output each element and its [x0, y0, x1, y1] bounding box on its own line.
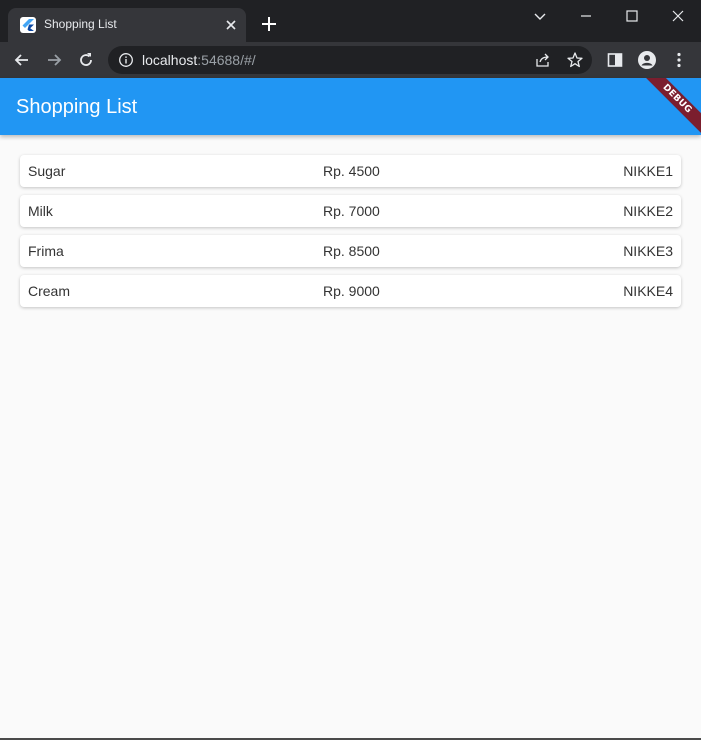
- list-item[interactable]: Sugar Rp. 4500 NIKKE1: [20, 155, 681, 187]
- forward-arrow-icon[interactable]: [44, 50, 64, 70]
- share-icon[interactable]: [534, 51, 552, 69]
- url-path: :54688/#/: [197, 52, 256, 68]
- profile-avatar-icon[interactable]: [637, 50, 657, 70]
- list-item[interactable]: Frima Rp. 8500 NIKKE3: [20, 235, 681, 267]
- browser-titlebar: Shopping List: [0, 0, 701, 42]
- more-menu-icon[interactable]: [669, 50, 689, 70]
- list-item[interactable]: Milk Rp. 7000 NIKKE2: [20, 195, 681, 227]
- maximize-icon[interactable]: [622, 6, 642, 26]
- item-price: Rp. 4500: [323, 163, 380, 179]
- star-icon[interactable]: [566, 51, 584, 69]
- list-item[interactable]: Cream Rp. 9000 NIKKE4: [20, 275, 681, 307]
- flutter-icon: [20, 17, 36, 33]
- item-name: Milk: [28, 203, 53, 219]
- info-icon[interactable]: [118, 52, 134, 68]
- back-arrow-icon[interactable]: [12, 50, 32, 70]
- tab-title: Shopping List: [44, 17, 117, 31]
- item-code: NIKKE2: [623, 203, 673, 219]
- item-name: Cream: [28, 283, 71, 299]
- item-price: Rp. 8500: [323, 243, 380, 259]
- window-close-icon[interactable]: [668, 6, 688, 26]
- address-bar[interactable]: localhost:54688/#/: [108, 46, 592, 74]
- reload-icon[interactable]: [76, 50, 96, 70]
- browser-toolbar: localhost:54688/#/: [0, 42, 701, 78]
- shopping-list: Sugar Rp. 4500 NIKKE1 Milk Rp. 7000 NIKK…: [20, 155, 681, 315]
- url-text[interactable]: localhost:54688/#/: [142, 52, 256, 68]
- item-price: Rp. 7000: [323, 203, 380, 219]
- page-title: Shopping List: [16, 96, 138, 118]
- item-code: NIKKE3: [623, 243, 673, 259]
- side-panel-icon[interactable]: [605, 50, 625, 70]
- browser-tab[interactable]: Shopping List: [8, 8, 246, 42]
- url-host: localhost: [142, 52, 198, 68]
- item-name: Frima: [28, 243, 64, 259]
- new-tab-icon[interactable]: [258, 13, 280, 35]
- item-price: Rp. 9000: [323, 283, 380, 299]
- tab-search-chevron-down-icon[interactable]: [530, 6, 550, 26]
- debug-banner: DEBUG: [636, 78, 701, 135]
- item-name: Sugar: [28, 163, 66, 179]
- item-code: NIKKE4: [623, 283, 673, 299]
- close-icon[interactable]: [222, 16, 240, 34]
- app-bar: Shopping List DEBUG: [0, 78, 701, 135]
- item-code: NIKKE1: [623, 163, 673, 179]
- minimize-icon[interactable]: [576, 6, 596, 26]
